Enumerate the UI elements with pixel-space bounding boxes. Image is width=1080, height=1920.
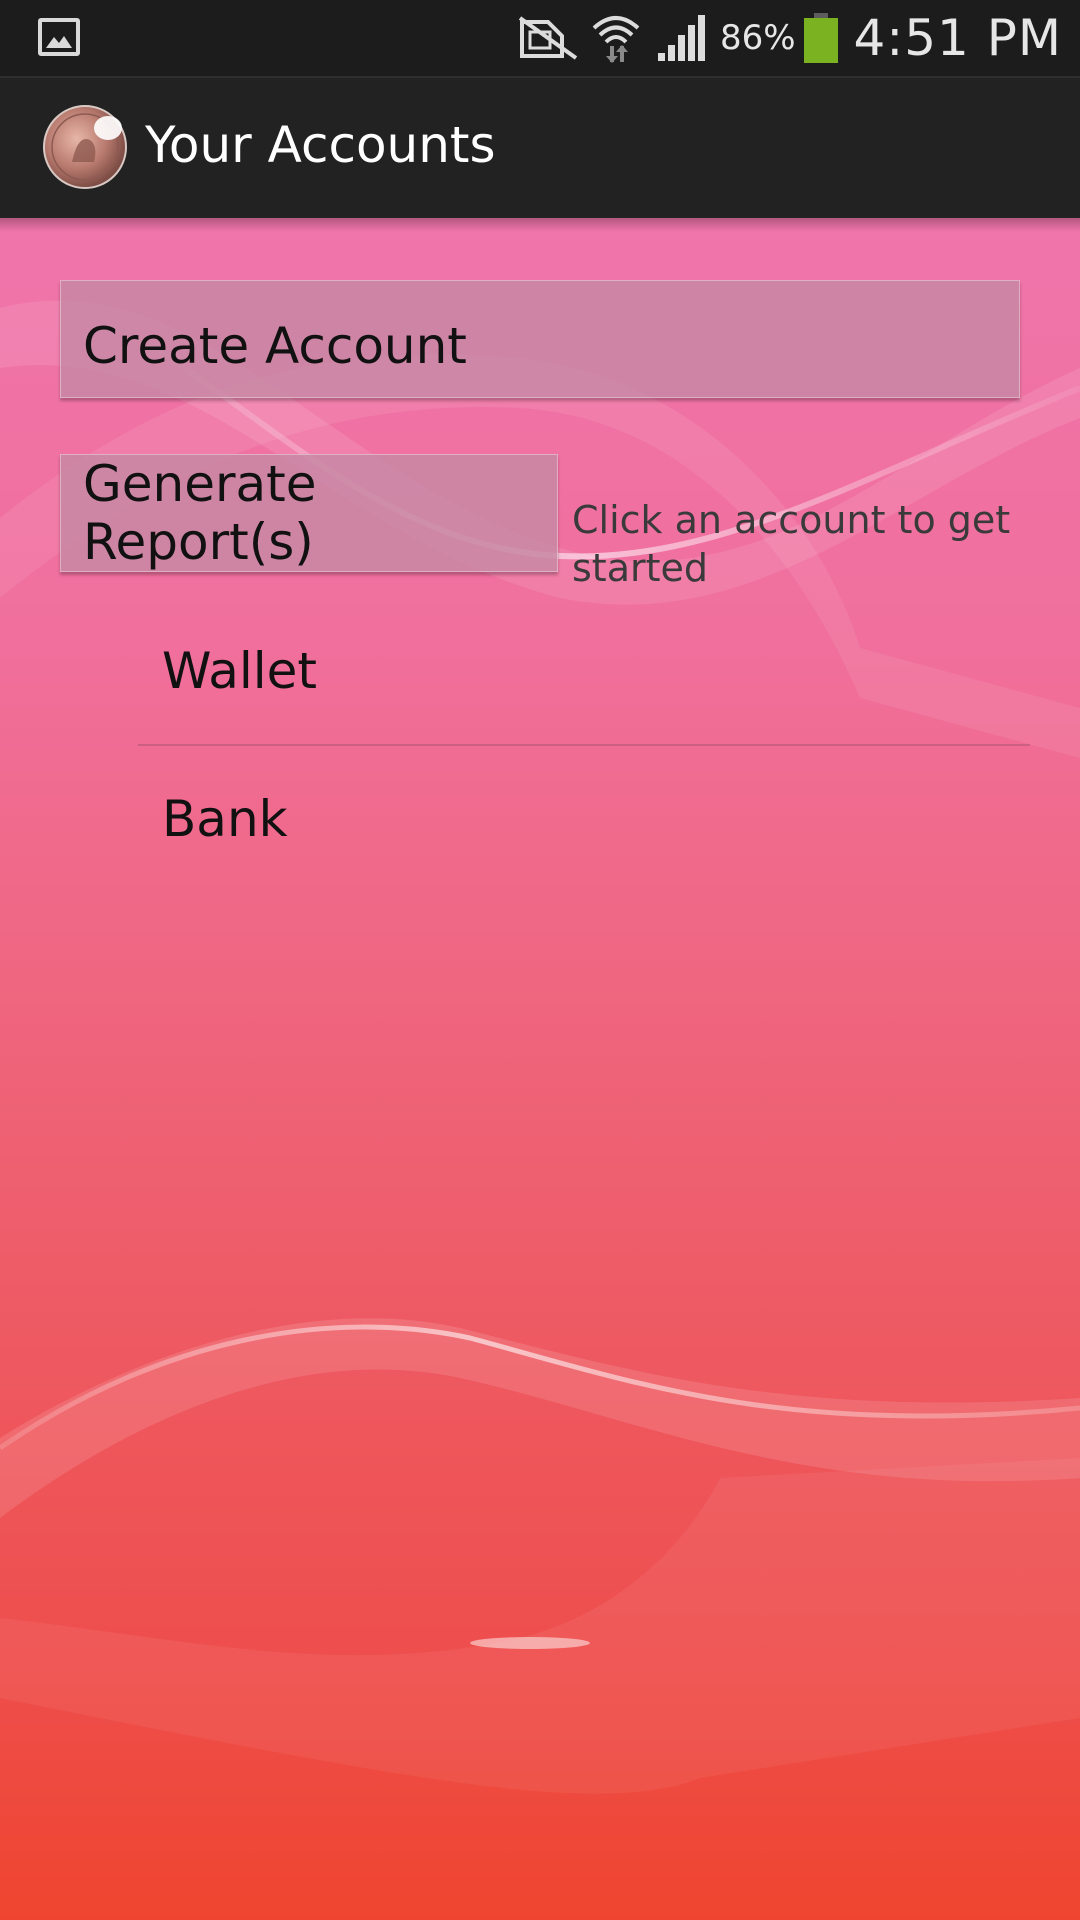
coin-icon[interactable] (42, 104, 128, 190)
list-item[interactable]: Wallet (138, 598, 1030, 744)
list-item[interactable]: Bank (138, 746, 1030, 892)
battery-percent: 86% (719, 18, 796, 58)
no-sim-icon (518, 16, 578, 60)
generate-report-button[interactable]: Generate Report(s) (60, 454, 558, 572)
battery-icon (803, 13, 838, 63)
page-title: Your Accounts (145, 116, 496, 174)
status-bar: 86% 4:51 PM (0, 0, 1080, 76)
main-content: Create Account Generate Report(s) Click … (0, 218, 1080, 1920)
create-account-button[interactable]: Create Account (60, 280, 1020, 398)
hint-text: Click an account to get started (572, 498, 1011, 590)
signal-icon (654, 13, 708, 63)
wifi-icon (590, 12, 642, 64)
account-list: Wallet Bank (138, 598, 1030, 892)
picture-icon (38, 18, 80, 56)
clock: 4:51 PM (853, 9, 1062, 67)
action-bar: Your Accounts (0, 76, 1080, 218)
